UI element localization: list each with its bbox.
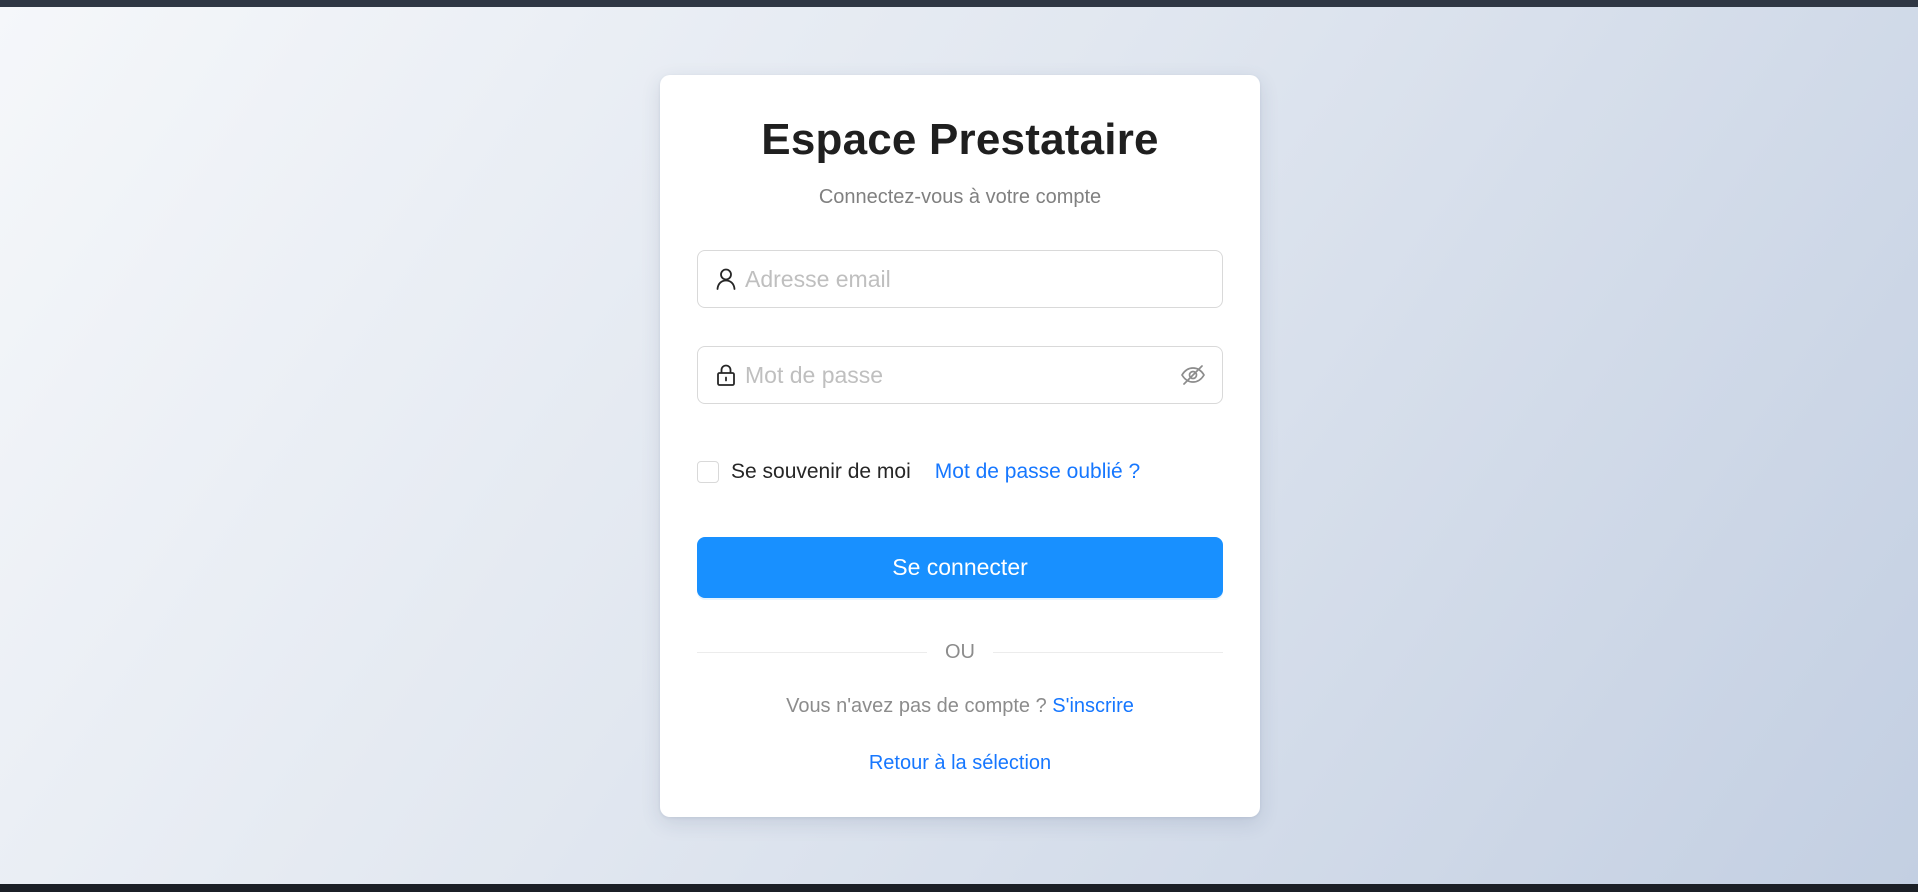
signup-link[interactable]: S'inscrire (1052, 695, 1134, 717)
remember-label[interactable]: Se souvenir de moi (731, 460, 911, 484)
or-divider: OU (697, 638, 1223, 666)
back-to-selection-link[interactable]: Retour à la sélection (869, 752, 1051, 774)
remember-checkbox[interactable] (697, 461, 719, 483)
divider-line-right (993, 651, 1223, 653)
lock-icon (715, 363, 737, 387)
top-window-strip (0, 0, 1918, 7)
password-field[interactable] (697, 346, 1223, 404)
user-icon (715, 267, 737, 291)
eye-invisible-icon[interactable] (1180, 362, 1206, 388)
page-title: Espace Prestataire (761, 115, 1159, 164)
divider-label: OU (945, 640, 975, 663)
remember-row: Se souvenir de moi Mot de passe oublié ? (697, 458, 1140, 486)
signup-prompt: Vous n'avez pas de compte ? (786, 695, 1053, 717)
forgot-password-link[interactable]: Mot de passe oublié ? (935, 460, 1140, 484)
login-card: Espace Prestataire Connectez-vous à votr… (660, 75, 1260, 817)
back-row: Retour à la sélection (660, 752, 1260, 775)
login-button[interactable]: Se connecter (697, 537, 1223, 598)
email-input[interactable] (745, 259, 1222, 299)
divider-line-left (697, 651, 927, 653)
page-subtitle: Connectez-vous à votre compte (818, 186, 1102, 208)
bottom-window-strip (0, 884, 1918, 892)
email-field[interactable] (697, 250, 1223, 308)
password-input[interactable] (745, 355, 1180, 395)
signup-row: Vous n'avez pas de compte ? S'inscrire (660, 695, 1260, 718)
